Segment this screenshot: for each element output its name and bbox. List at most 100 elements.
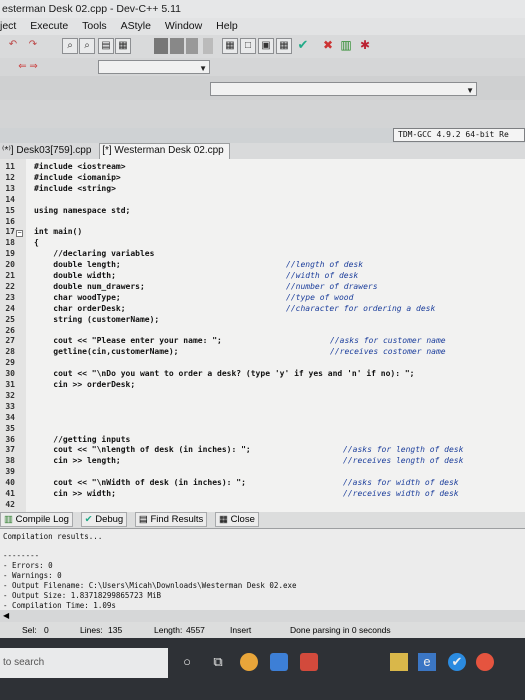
code-line[interactable]: #include <iomanip>: [34, 173, 121, 182]
menu-tools[interactable]: Tools: [82, 18, 107, 35]
check-icon[interactable]: ✔: [295, 38, 311, 54]
compile-run-icon[interactable]: [186, 38, 198, 54]
line-number: 36: [5, 434, 15, 444]
line-number: 12: [5, 172, 15, 182]
code-line[interactable]: getline(cin,customerName);: [34, 347, 178, 356]
code-line[interactable]: {: [34, 238, 39, 247]
line-number: 15: [5, 205, 15, 215]
chart-icon[interactable]: ▥: [338, 38, 354, 54]
find-icon[interactable]: ⌕: [62, 38, 78, 54]
code-line[interactable]: using namespace std;: [34, 206, 130, 215]
scroll-left-icon[interactable]: ◀: [3, 610, 9, 622]
edge-icon[interactable]: e: [418, 653, 436, 671]
grid-icon[interactable]: ▦: [222, 38, 238, 54]
code-line[interactable]: cout << "Please enter your name: ";: [34, 336, 222, 345]
line-number: 38: [5, 456, 15, 466]
run-icon[interactable]: [170, 38, 184, 54]
menu-window[interactable]: Window: [165, 18, 202, 35]
compile-icon[interactable]: [154, 38, 168, 54]
bug-icon[interactable]: ✱: [357, 38, 373, 54]
tab-westerman-desk[interactable]: [*] Westerman Desk 02.cpp: [99, 143, 230, 159]
back-forward-icon[interactable]: ⇐ ⇒: [4, 60, 52, 74]
code-line[interactable]: cin >> length;: [34, 456, 120, 465]
log-output-size: - Output Size: 1.83718299865723 MiB: [3, 591, 162, 600]
menu-execute[interactable]: Execute: [30, 18, 68, 35]
log-compilation-time: - Compilation Time: 1.09s: [3, 601, 116, 610]
tab-debug[interactable]: ✔ Debug: [80, 512, 128, 527]
log-separator: --------: [3, 551, 40, 560]
code-line[interactable]: //getting inputs: [34, 435, 130, 444]
file-explorer-icon[interactable]: [390, 653, 408, 671]
line-number: 27: [5, 336, 15, 346]
ie-check-icon[interactable]: ✔: [448, 653, 466, 671]
fold-toggle-icon[interactable]: −: [16, 230, 23, 237]
layout-icon[interactable]: ▦: [276, 38, 292, 54]
code-line[interactable]: char orderDesk;: [34, 304, 125, 313]
replace-icon[interactable]: ⌕: [79, 38, 95, 54]
task-view-icon[interactable]: ⧉: [209, 653, 227, 671]
powerpoint-icon[interactable]: [300, 653, 318, 671]
code-comment: //asks for length of desk: [343, 445, 464, 455]
menu-help[interactable]: Help: [216, 18, 238, 35]
code-line[interactable]: double length;: [34, 260, 120, 269]
line-number: 31: [5, 380, 15, 389]
horizontal-scrollbar[interactable]: ◀: [0, 610, 525, 622]
close-panel-button[interactable]: ▦ Close: [214, 512, 259, 527]
line-number: 13: [5, 183, 15, 193]
cortana-circle-icon[interactable]: ○: [178, 653, 196, 671]
tab-desk03[interactable]: ⁽*⁾] Desk03[759].cpp: [0, 143, 96, 159]
window-icon[interactable]: ▣: [258, 38, 274, 54]
code-line[interactable]: char woodType;: [34, 293, 120, 302]
compiler-select[interactable]: TDM-GCC 4.9.2 64-bit Re: [393, 128, 525, 142]
code-line[interactable]: cin >> orderDesk;: [34, 380, 135, 389]
code-line[interactable]: #include <string>: [34, 184, 116, 193]
bookmark-icon[interactable]: ▦: [115, 38, 131, 54]
line-number: 22: [5, 281, 15, 291]
chevron-down-icon: ▼: [466, 86, 474, 95]
rebuild-icon[interactable]: [203, 38, 213, 54]
code-comment: //receives length of desk: [343, 456, 464, 466]
window-title: esterman Desk 02.cpp - Dev-C++ 5.11: [0, 0, 525, 18]
code-line[interactable]: cout << "\nlength of desk (in inches): "…: [34, 445, 250, 454]
line-number: 28: [5, 347, 15, 357]
toolbar-band: ▼: [0, 76, 525, 100]
new-class-icon[interactable]: □: [240, 38, 256, 54]
chrome-alt-icon[interactable]: [476, 653, 494, 671]
code-line[interactable]: cin >> width;: [34, 489, 116, 498]
menu-bar: ject Execute Tools AStyle Window Help: [0, 18, 525, 35]
word-icon[interactable]: [270, 653, 288, 671]
class-dropdown[interactable]: ▼: [98, 60, 210, 74]
chevron-down-icon: ▼: [199, 64, 207, 73]
redo-icon[interactable]: ↷: [24, 38, 42, 54]
code-comment: //type of wood: [286, 292, 354, 302]
chrome-icon[interactable]: [240, 653, 258, 671]
menu-project[interactable]: ject: [0, 18, 16, 35]
close-x-icon[interactable]: ✖: [320, 38, 336, 54]
code-line[interactable]: cout << "\nDo you want to order a desk? …: [34, 369, 414, 378]
function-dropdown[interactable]: ▼: [210, 82, 477, 96]
menu-astyle[interactable]: AStyle: [121, 18, 151, 35]
code-line[interactable]: double width;: [34, 271, 116, 280]
line-number: 18: [5, 238, 15, 248]
main-toolbar: ↶ ↷ ⌕ ⌕ ▤ ▦ ▦ □ ▣ ▦ ✔ ✖ ▥ ✱: [0, 35, 525, 58]
compile-log: Compilation results... -------- - Errors…: [0, 528, 525, 611]
line-number: 26: [5, 325, 15, 335]
code-line[interactable]: #include <iostream>: [34, 162, 126, 171]
taskbar-search[interactable]: to search: [0, 648, 168, 678]
code-line[interactable]: string (customerName);: [34, 315, 159, 324]
code-line[interactable]: //declaring variables: [34, 249, 154, 258]
code-line[interactable]: int main(): [34, 227, 82, 236]
tab-compile-log[interactable]: ▥ Compile Log: [0, 512, 73, 527]
line-number: 20: [5, 260, 15, 270]
undo-icon[interactable]: ↶: [4, 38, 22, 54]
editor-tabs: ⁽*⁾] Desk03[759].cpp [*] Westerman Desk …: [0, 143, 525, 159]
status-sel-label: Sel:: [22, 625, 37, 635]
goto-icon[interactable]: ▤: [98, 38, 114, 54]
close-icon: ▦: [218, 514, 228, 525]
code-line[interactable]: double num_drawers;: [34, 282, 145, 291]
line-number: 30: [5, 369, 15, 379]
code-line[interactable]: cout << "\nWidth of desk (in inches): ";: [34, 478, 246, 487]
tab-find-results[interactable]: ▤ Find Results: [134, 512, 208, 527]
line-number: 23: [5, 292, 15, 302]
code-editor[interactable]: − 11 #include <iostream> 12 #include <ioman…: [0, 159, 525, 512]
